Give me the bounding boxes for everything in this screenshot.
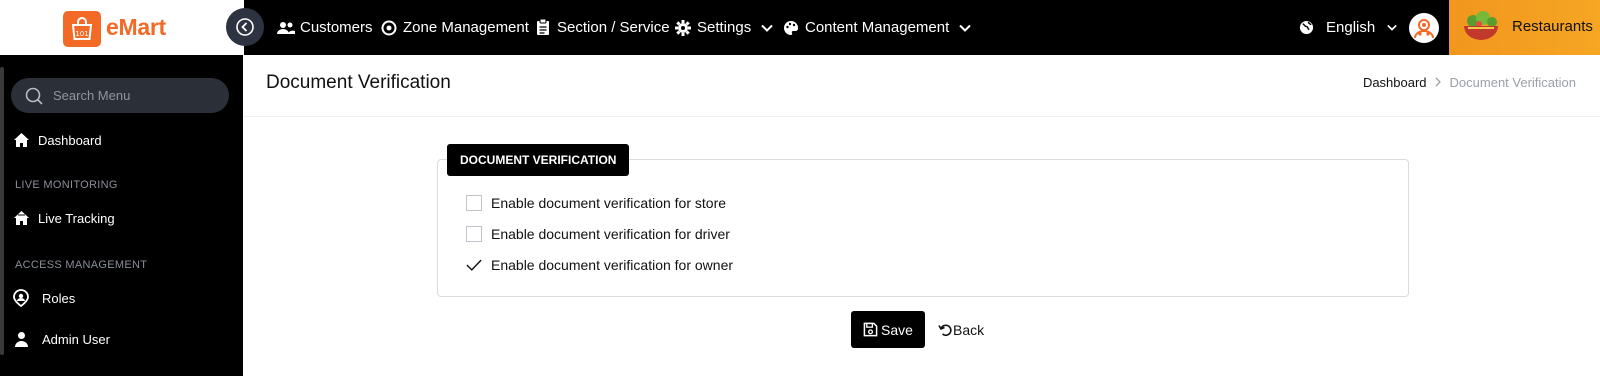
nav-section-service[interactable]: Section / Service	[534, 0, 670, 55]
sidebar-scrollbar[interactable]	[0, 67, 4, 355]
sidebar-item-live-tracking[interactable]: Live Tracking	[12, 209, 115, 227]
home-tracking-icon	[12, 209, 30, 227]
section-switcher-label: Restaurants	[1512, 18, 1593, 35]
sidebar: Dashboard LIVE MONITORING Live Tracking …	[0, 55, 243, 376]
user-pin-icon	[12, 289, 30, 307]
option-store-label: Enable document verification for store	[491, 195, 727, 211]
globe-icon	[1299, 20, 1314, 35]
nav-content-management[interactable]: Content Management	[782, 0, 971, 55]
brand-logo[interactable]: 101 eMart	[0, 0, 244, 55]
language-selector[interactable]: English	[1299, 0, 1397, 55]
target-icon	[380, 19, 398, 37]
arrow-left-circle-icon	[236, 18, 254, 36]
card-section-label: DOCUMENT VERIFICATION	[447, 144, 630, 176]
sidebar-item-label: Dashboard	[38, 132, 102, 148]
sidebar-heading-access-management: ACCESS MANAGEMENT	[15, 259, 148, 271]
save-button-label: Save	[881, 321, 913, 338]
breadcrumb-current: Document Verification	[1449, 75, 1576, 90]
sidebar-search[interactable]	[11, 78, 229, 113]
chevron-down-icon	[959, 24, 971, 32]
gear-icon	[674, 19, 692, 37]
option-driver-label: Enable document verification for driver	[491, 226, 730, 242]
nav-settings-label: Settings	[697, 19, 752, 36]
shopping-bag-icon: 101	[63, 11, 101, 47]
nav-content-management-label: Content Management	[805, 19, 950, 36]
breadcrumb-home[interactable]: Dashboard	[1363, 75, 1427, 90]
back-button[interactable]: Back	[938, 311, 984, 348]
top-navbar: 101 eMart Customers Zone Management Sect…	[0, 0, 1600, 55]
sidebar-item-admin-user[interactable]: Admin User	[12, 330, 110, 348]
owner-verification-checkbox[interactable]	[466, 257, 482, 273]
option-store[interactable]: Enable document verification for store	[466, 195, 726, 211]
chevron-down-icon	[761, 24, 773, 32]
back-button-label: Back	[953, 321, 985, 338]
section-switcher[interactable]: Restaurants	[1449, 0, 1600, 55]
salad-bowl-icon	[1464, 11, 1498, 40]
option-owner-label: Enable document verification for owner	[491, 257, 734, 273]
chevron-down-icon	[1387, 24, 1397, 31]
sidebar-item-label: Live Tracking	[38, 210, 115, 226]
clipboard-icon	[534, 19, 552, 37]
sidebar-item-roles[interactable]: Roles	[12, 289, 75, 307]
user-avatar[interactable]	[1409, 13, 1439, 43]
nav-settings[interactable]: Settings	[674, 0, 773, 55]
user-icon	[1414, 19, 1434, 39]
search-icon	[25, 87, 43, 105]
save-button[interactable]: Save	[851, 311, 925, 348]
nav-customers[interactable]: Customers	[277, 0, 373, 55]
driver-verification-checkbox[interactable]	[466, 226, 482, 242]
search-input[interactable]	[53, 78, 223, 113]
palette-icon	[782, 19, 800, 37]
page-title: Document Verification	[266, 72, 451, 93]
undo-icon	[938, 324, 952, 336]
nav-zone-management-label: Zone Management	[403, 19, 529, 36]
users-icon	[277, 19, 295, 37]
nav-section-service-label: Section / Service	[557, 19, 670, 36]
svg-text:101: 101	[75, 30, 88, 38]
option-driver[interactable]: Enable document verification for driver	[466, 226, 730, 242]
user-icon	[12, 330, 30, 348]
sidebar-item-label: Admin User	[42, 331, 110, 347]
home-icon	[12, 131, 30, 149]
page-header: Document Verification Dashboard Document…	[243, 55, 1600, 117]
sidebar-item-label: Roles	[42, 290, 76, 306]
chevron-right-icon	[1435, 75, 1442, 90]
save-icon	[863, 322, 878, 337]
sidebar-heading-live-monitoring: LIVE MONITORING	[15, 179, 118, 191]
language-label: English	[1326, 19, 1376, 36]
sidebar-item-dashboard[interactable]: Dashboard	[12, 131, 102, 149]
nav-zone-management[interactable]: Zone Management	[380, 0, 529, 55]
breadcrumb: Dashboard Document Verification	[1363, 75, 1576, 90]
brand-name: eMart	[106, 14, 166, 40]
option-owner[interactable]: Enable document verification for owner	[466, 257, 733, 273]
store-verification-checkbox[interactable]	[466, 195, 482, 211]
nav-customers-label: Customers	[300, 19, 373, 36]
checkmark-icon	[466, 259, 482, 271]
sidebar-collapse-button[interactable]	[226, 8, 264, 46]
